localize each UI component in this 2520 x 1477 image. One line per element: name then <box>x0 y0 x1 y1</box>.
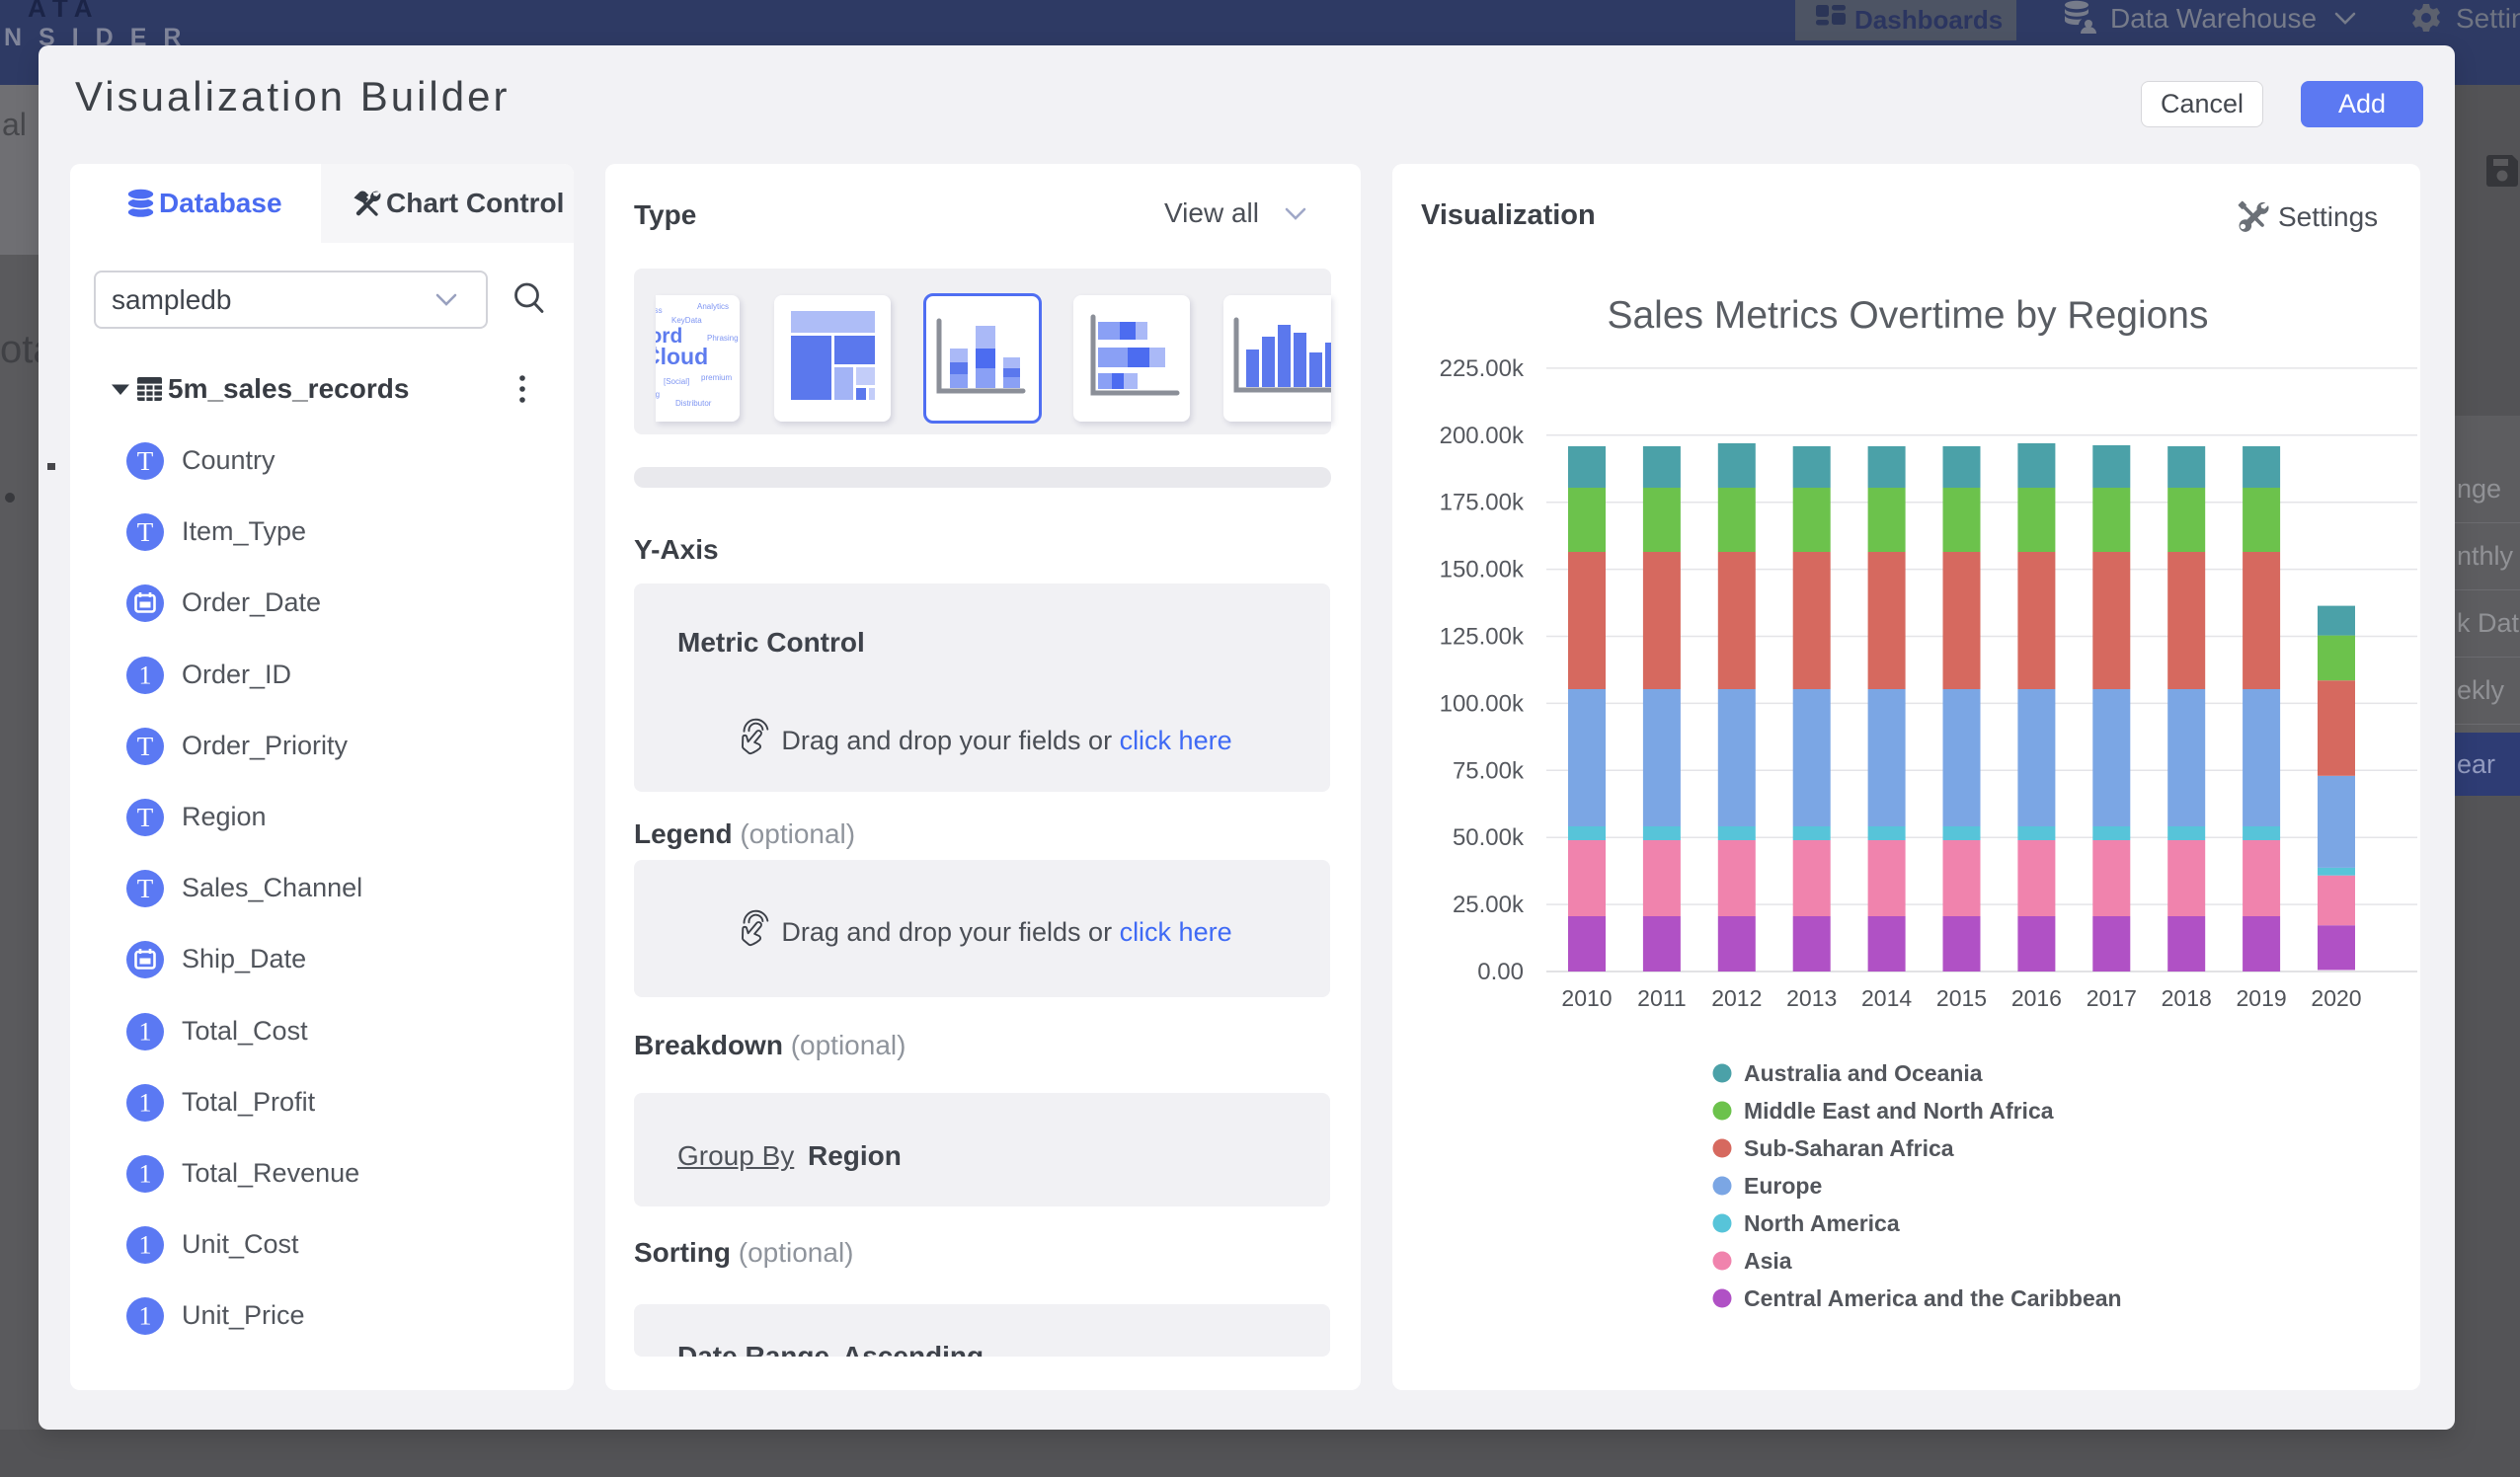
svg-text:175.00k: 175.00k <box>1440 490 1525 516</box>
svg-text:Australia and Oceania: Australia and Oceania <box>1744 1060 1983 1086</box>
svg-text:100.00k: 100.00k <box>1440 690 1525 717</box>
svg-text:T: T <box>137 874 154 903</box>
svg-text:T: T <box>137 446 154 476</box>
svg-text:rating: rating <box>656 390 660 399</box>
svg-text:2014: 2014 <box>1861 985 1912 1011</box>
svg-text:150.00k: 150.00k <box>1440 557 1525 583</box>
svg-text:Middle East and North Africa: Middle East and North Africa <box>1744 1098 2054 1124</box>
svg-text:T: T <box>137 517 154 547</box>
svg-text:25.00k: 25.00k <box>1453 892 1525 918</box>
svg-text:225.00k: 225.00k <box>1440 355 1525 382</box>
svg-text:2020: 2020 <box>2311 985 2361 1011</box>
svg-text:1: 1 <box>139 1018 152 1047</box>
svg-text:2018: 2018 <box>2162 985 2212 1011</box>
svg-text:KeyData: KeyData <box>671 316 702 325</box>
svg-text:1: 1 <box>139 1302 152 1331</box>
svg-text:2012: 2012 <box>1711 985 1762 1011</box>
svg-text:200.00k: 200.00k <box>1440 423 1525 449</box>
svg-text:Cloud: Cloud <box>656 344 708 369</box>
svg-text:Phrasing: Phrasing <box>707 334 739 343</box>
svg-text:T: T <box>137 732 154 761</box>
svg-text:T: T <box>137 803 154 832</box>
svg-text:[Social]: [Social] <box>664 377 689 386</box>
svg-text:premium: premium <box>701 373 732 382</box>
svg-text:1: 1 <box>139 1231 152 1260</box>
svg-text:2016: 2016 <box>2011 985 2062 1011</box>
svg-text:Central America and the Caribb: Central America and the Caribbean <box>1744 1285 2122 1311</box>
svg-text:2017: 2017 <box>2087 985 2137 1011</box>
svg-text:50.00k: 50.00k <box>1453 824 1525 851</box>
svg-text:iness: iness <box>656 306 663 315</box>
svg-text:75.00k: 75.00k <box>1453 757 1525 784</box>
svg-text:2010: 2010 <box>1561 985 1612 1011</box>
svg-text:1: 1 <box>139 1160 152 1189</box>
svg-text:Asia: Asia <box>1744 1248 1792 1274</box>
svg-text:2011: 2011 <box>1637 985 1686 1011</box>
svg-text:Analytics: Analytics <box>697 302 729 311</box>
svg-text:2015: 2015 <box>1936 985 1987 1011</box>
svg-text:Europe: Europe <box>1744 1173 1822 1199</box>
svg-text:Sales Metrics Overtime by Regi: Sales Metrics Overtime by Regions <box>1607 294 2208 337</box>
svg-text:2019: 2019 <box>2237 985 2287 1011</box>
svg-text:Sub-Saharan Africa: Sub-Saharan Africa <box>1744 1135 1954 1161</box>
svg-text:1: 1 <box>139 1089 152 1118</box>
svg-text:125.00k: 125.00k <box>1440 624 1525 651</box>
svg-text:2013: 2013 <box>1786 985 1837 1011</box>
svg-text:0.00: 0.00 <box>1477 959 1524 985</box>
svg-text:North America: North America <box>1744 1210 1900 1236</box>
svg-text:Distributor: Distributor <box>675 399 712 408</box>
svg-text:1: 1 <box>139 661 152 690</box>
